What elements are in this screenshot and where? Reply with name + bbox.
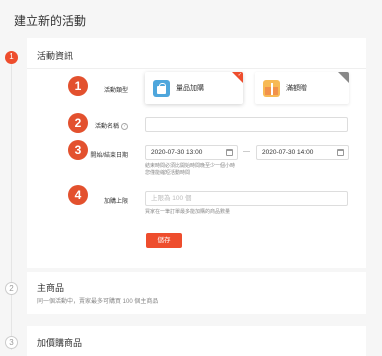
activity-name-label: 活動名稱?: [95, 121, 128, 130]
check-icon: ✓: [237, 72, 242, 78]
period-hint-line-2: 您僅能縮短活動時間: [145, 170, 191, 176]
purchase-limit-placeholder: 上限為 100 個: [151, 195, 192, 202]
type-option-add-on-label: 量品加購: [176, 85, 204, 92]
main-product-card: 主商品 同一個活動中，賣家最多可購買 100 個主商品: [27, 272, 366, 314]
add-on-product-card: 加價購商品: [27, 326, 366, 356]
end-date-input[interactable]: 2020-07-30 14:00: [256, 145, 349, 160]
annotation-marker-2: 2: [68, 113, 88, 133]
step-3-indicator: 3: [5, 336, 18, 349]
main-product-subtitle: 同一個活動中，賣家最多可購買 100 個主商品: [37, 299, 159, 305]
annotation-marker-3: 3: [68, 140, 88, 160]
add-on-product-title: 加價購商品: [37, 338, 83, 348]
activity-name-input[interactable]: [145, 117, 348, 132]
activity-type-label: 活動類型: [103, 88, 128, 94]
card-divider: [27, 68, 366, 69]
type-option-gift-label: 滿額贈: [286, 85, 307, 92]
unselected-corner-badge: [338, 72, 349, 83]
gift-icon: [263, 79, 280, 97]
step-1-indicator: 1: [5, 51, 18, 64]
purchase-limit-label: 加購上限: [103, 199, 128, 205]
start-date-value: 2020-07-30 13:00: [151, 149, 203, 156]
start-date-input[interactable]: 2020-07-30 13:00: [145, 145, 238, 160]
activity-period-label: 開始/結束日期: [90, 153, 128, 159]
calendar-icon: [226, 149, 233, 156]
help-icon[interactable]: ?: [121, 122, 128, 130]
period-hint-line-1: 結束時間必須比開始時間晚至少一個小時: [145, 163, 236, 169]
step-2-indicator: 2: [5, 282, 18, 295]
activity-info-title: 活動資訊: [37, 51, 74, 61]
purchase-limit-input[interactable]: 上限為 100 個: [145, 191, 348, 206]
step-rail: [11, 60, 12, 350]
end-date-value: 2020-07-30 14:00: [262, 149, 314, 156]
annotation-marker-4: 4: [68, 185, 88, 205]
save-button[interactable]: 儲存: [146, 233, 182, 248]
activity-name-label-text: 活動名稱: [94, 124, 119, 130]
type-option-gift[interactable]: 滿額贈: [255, 72, 349, 104]
page-title: 建立新的活動: [14, 14, 87, 28]
annotation-marker-1: 1: [68, 76, 88, 96]
calendar-icon: [337, 149, 344, 156]
main-product-title: 主商品: [37, 283, 65, 293]
type-option-add-on[interactable]: 量品加購 ✓: [145, 72, 243, 104]
shopping-bag-icon: [153, 79, 170, 97]
date-separator: —: [243, 148, 250, 155]
purchase-limit-hint: 買家在一筆訂單最多能加購的商品數量: [145, 209, 231, 215]
